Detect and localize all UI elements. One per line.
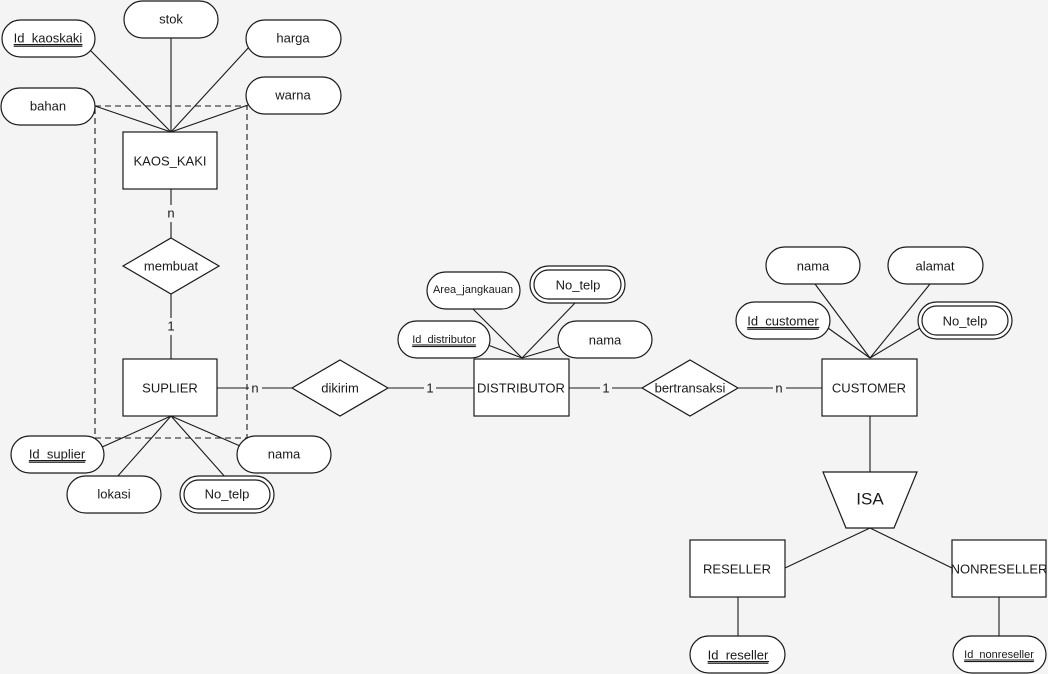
svg-text:SUPLIER: SUPLIER — [142, 381, 198, 396]
er-diagram: n 1 n 1 1 n KAOS_KAKI SUPLIER DISTRIBUTO… — [0, 0, 1048, 674]
svg-text:No_telp: No_telp — [943, 314, 988, 329]
svg-text:No_telp: No_telp — [556, 278, 601, 293]
relationship-bertransaksi[interactable]: bertransaksi — [640, 359, 740, 417]
attribute-id-suplier[interactable]: Id_suplier — [10, 435, 105, 474]
entity-suplier[interactable]: SUPLIER — [122, 358, 218, 417]
attribute-lokasi[interactable]: lokasi — [66, 475, 162, 514]
relationship-membuat[interactable]: membuat — [121, 237, 221, 295]
cardinality: 1 — [602, 381, 609, 396]
relationship-dikirim[interactable]: dikirim — [290, 359, 390, 417]
svg-text:RESELLER: RESELLER — [703, 562, 771, 577]
attribute-area-jangkauan[interactable]: Area_jangkauan — [426, 271, 521, 310]
svg-text:Id_suplier: Id_suplier — [29, 447, 86, 462]
svg-text:alamat: alamat — [915, 259, 954, 274]
entity-distributor[interactable]: DISTRIBUTOR — [473, 358, 570, 417]
attribute-no-telp-customer[interactable]: No_telp — [917, 301, 1013, 340]
cardinality: 1 — [426, 381, 433, 396]
svg-text:nama: nama — [268, 447, 301, 462]
svg-text:nama: nama — [797, 259, 830, 274]
cardinality: 1 — [167, 319, 174, 334]
attribute-no-telp-suplier[interactable]: No_telp — [179, 475, 275, 514]
attribute-nama-distributor[interactable]: nama — [557, 320, 653, 359]
svg-text:nama: nama — [589, 333, 622, 348]
svg-text:Id_kaoskaki: Id_kaoskaki — [14, 31, 83, 46]
svg-text:bertransaksi: bertransaksi — [655, 381, 726, 396]
attribute-id-kaoskaki[interactable]: Id_kaoskaki — [1, 19, 96, 58]
attribute-id-reseller[interactable]: Id_reseller — [689, 635, 786, 674]
attribute-nama-customer[interactable]: nama — [765, 246, 861, 285]
entity-reseller[interactable]: RESELLER — [689, 539, 786, 598]
svg-text:ISA: ISA — [856, 490, 884, 509]
svg-text:DISTRIBUTOR: DISTRIBUTOR — [477, 381, 565, 396]
svg-text:CUSTOMER: CUSTOMER — [832, 381, 906, 396]
svg-text:KAOS_KAKI: KAOS_KAKI — [134, 154, 207, 169]
attribute-nama-suplier[interactable]: nama — [236, 435, 332, 474]
entity-nonreseller[interactable]: NONRESELLER — [951, 539, 1048, 598]
svg-text:harga: harga — [276, 31, 310, 46]
svg-text:membuat: membuat — [144, 259, 199, 274]
svg-text:Id_distributor: Id_distributor — [412, 334, 476, 346]
svg-text:bahan: bahan — [30, 99, 66, 114]
svg-text:stok: stok — [159, 12, 183, 27]
entity-kaos-kaki[interactable]: KAOS_KAKI — [122, 131, 218, 190]
svg-text:Id_nonreseller: Id_nonreseller — [964, 649, 1034, 661]
connectors — [89, 38, 1000, 636]
svg-text:Id_customer: Id_customer — [747, 314, 819, 329]
cardinality: n — [775, 381, 782, 396]
svg-text:dikirim: dikirim — [321, 381, 359, 396]
attribute-alamat[interactable]: alamat — [887, 246, 984, 285]
entity-customer[interactable]: CUSTOMER — [821, 358, 918, 417]
attribute-harga[interactable]: harga — [245, 19, 342, 58]
attribute-stok[interactable]: stok — [123, 0, 219, 39]
svg-text:warna: warna — [274, 88, 311, 103]
isa-specialization[interactable]: ISA — [822, 471, 918, 529]
svg-text:No_telp: No_telp — [205, 487, 250, 502]
svg-text:NONRESELLER: NONRESELLER — [951, 562, 1048, 577]
cardinality: n — [167, 206, 174, 221]
attribute-warna[interactable]: warna — [245, 76, 342, 115]
attribute-id-nonreseller[interactable]: Id_nonreseller — [952, 635, 1047, 674]
attribute-no-telp-distributor[interactable]: No_telp — [529, 265, 626, 304]
attribute-bahan[interactable]: bahan — [0, 87, 96, 126]
svg-text:Area_jangkauan: Area_jangkauan — [433, 284, 513, 296]
cardinality: n — [251, 381, 258, 396]
svg-text:Id_reseller: Id_reseller — [708, 648, 769, 663]
svg-text:lokasi: lokasi — [97, 487, 130, 502]
attribute-id-distributor[interactable]: Id_distributor — [397, 320, 491, 359]
attribute-id-customer[interactable]: Id_customer — [735, 301, 831, 340]
